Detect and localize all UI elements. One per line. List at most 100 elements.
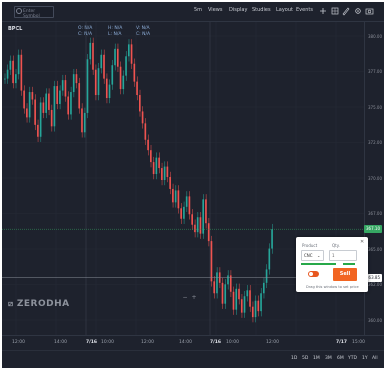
candle-body [262,282,265,294]
candle-body [205,199,207,224]
candle-body [39,102,42,137]
candle-body [89,42,92,60]
time-axis[interactable]: 12:00 14:00 7/16 10:00 12:00 14:00 7/16 … [2,335,384,351]
close-icon[interactable]: ✕ [360,239,364,245]
candle-body [114,48,116,66]
candle-body [141,111,144,124]
range-5d-button[interactable]: 5D [302,356,308,361]
candle-body [260,293,262,312]
views-menu[interactable]: Views [208,7,222,13]
range-ytd-button[interactable]: YTD [348,356,357,361]
current-price-tag: 367.10 [364,225,382,234]
candle-body [127,44,130,57]
candle-body [9,60,12,70]
sell-button[interactable]: Sell [333,268,357,281]
quantity-input[interactable]: 1 [329,250,357,261]
candle-body [177,190,180,209]
candle-body [199,217,202,234]
candle-body [92,42,94,70]
candle-body [174,190,177,203]
candle-body [15,74,17,84]
candle-body [81,108,83,133]
buy-sell-toggle[interactable] [308,271,319,277]
events-menu[interactable]: Events [296,7,313,13]
candle-body [185,196,188,207]
zoom-out-button[interactable]: − [182,295,188,301]
candle-body [130,44,133,64]
time-tick: 7/17 [336,340,348,345]
zerodha-logo: ⧄ ZERODHA [8,299,70,309]
qty-label: Qty. [332,243,340,248]
candle-body [257,300,260,312]
candle-body [152,162,155,175]
candle-body [133,63,136,82]
range-1d-button[interactable]: 1D [291,356,297,361]
settings-icon[interactable] [354,6,362,16]
range-all-button[interactable]: All [372,356,378,361]
candle-body [238,288,240,300]
candle-body [59,90,61,104]
candle-body [183,206,185,219]
logo-text: ZERODHA [16,299,70,309]
studies-menu[interactable]: Studies [252,7,271,13]
symbol-search-input[interactable]: Enter Symbol [14,6,54,19]
candle-body [78,83,81,109]
candle-body [53,86,56,127]
candle-body [23,90,25,109]
candle-body [235,288,238,310]
candle-body [155,157,158,175]
candle-body [125,56,127,76]
product-select[interactable]: CNC ⌄ [301,250,324,261]
candle-body [163,166,166,180]
order-window[interactable]: ✕ Product Qty. CNC ⌄ 1 Sell Drag this win… [296,237,368,292]
price-tick: 370.00 [368,176,382,181]
plus-icon[interactable] [319,6,327,16]
search-icon [16,8,22,14]
candle-body [4,78,6,80]
candle-body [169,177,171,189]
camera-icon[interactable] [365,6,374,16]
candle-body [100,54,103,69]
grid-icon[interactable] [331,6,339,16]
candle-body [17,54,20,75]
candle-body [191,214,193,225]
candle-body [26,108,28,118]
candle-body [216,272,218,294]
chart-window: Enter Symbol 5m Views Display Studies La… [2,2,384,368]
range-bar: 1D 5D 1M 3M 6M YTD 1Y All [2,350,384,368]
candle-body [196,217,199,233]
layout-menu[interactable]: Layout [276,7,293,13]
margin-bar-secondary [343,263,355,265]
time-tick: 15:00 [352,340,365,345]
candle-body [116,48,119,67]
candle-body [108,84,111,99]
interval-menu[interactable]: 5m [194,7,202,13]
candle-body [139,95,141,112]
range-6m-button[interactable]: 6M [337,356,344,361]
candle-body [158,157,160,169]
time-tick: 12:00 [266,340,279,345]
search-placeholder: Enter Symbol [23,9,40,19]
time-tick: 7/16 [210,340,222,345]
price-tick: 362.00 [368,282,382,287]
draw-icon[interactable] [342,6,350,16]
candle-body [111,65,114,85]
display-menu[interactable]: Display [229,7,247,13]
time-tick: 14:00 [54,340,67,345]
sell-button-label: Sell [339,271,351,277]
price-tick: 367.00 [368,211,382,216]
candle-body [67,96,70,115]
range-3m-button[interactable]: 3M [325,356,332,361]
candle-body [147,139,149,151]
price-tick: 365.00 [368,247,382,252]
candle-body [202,199,205,234]
zoom-in-button[interactable]: + [191,295,197,301]
candle-body [251,306,254,318]
range-1m-button[interactable]: 1M [313,356,320,361]
candle-body [240,299,243,313]
range-1y-button[interactable]: 1Y [362,356,368,361]
time-tick: 10:00 [226,340,239,345]
margin-bar [301,263,336,265]
price-tick: 372.00 [368,140,382,145]
candle-body [249,290,251,307]
